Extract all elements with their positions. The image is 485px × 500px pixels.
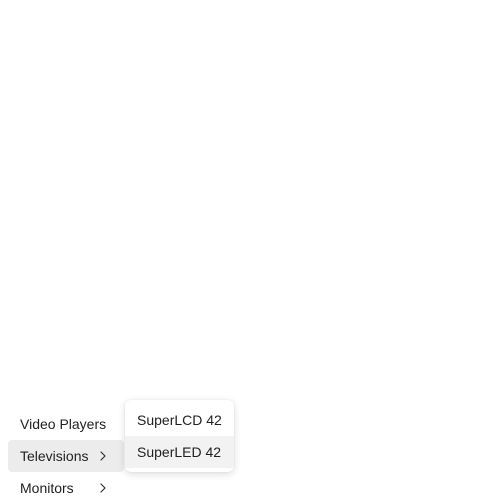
category-menu: Video Players Televisions Monitors <box>8 408 124 500</box>
page: Video Players Televisions Monitors Super… <box>0 0 485 500</box>
menu-item-televisions[interactable]: Televisions <box>8 440 124 472</box>
submenu-item-label: SuperLED 42 <box>137 444 222 460</box>
menu-item-label: Monitors <box>20 480 74 496</box>
submenu-item-superlcd-42[interactable]: SuperLCD 42 <box>125 404 234 436</box>
menu-item-video-players[interactable]: Video Players <box>8 408 124 440</box>
menu-item-label: Video Players <box>20 416 107 432</box>
chevron-right-icon <box>98 472 108 500</box>
menu-item-monitors[interactable]: Monitors <box>8 472 124 500</box>
submenu-item-superled-42[interactable]: SuperLED 42 <box>125 436 234 468</box>
menu-item-label: Televisions <box>20 448 89 464</box>
submenu-item-label: SuperLCD 42 <box>137 412 222 428</box>
televisions-submenu: SuperLCD 42 SuperLED 42 <box>125 400 234 472</box>
chevron-right-icon <box>98 440 108 472</box>
